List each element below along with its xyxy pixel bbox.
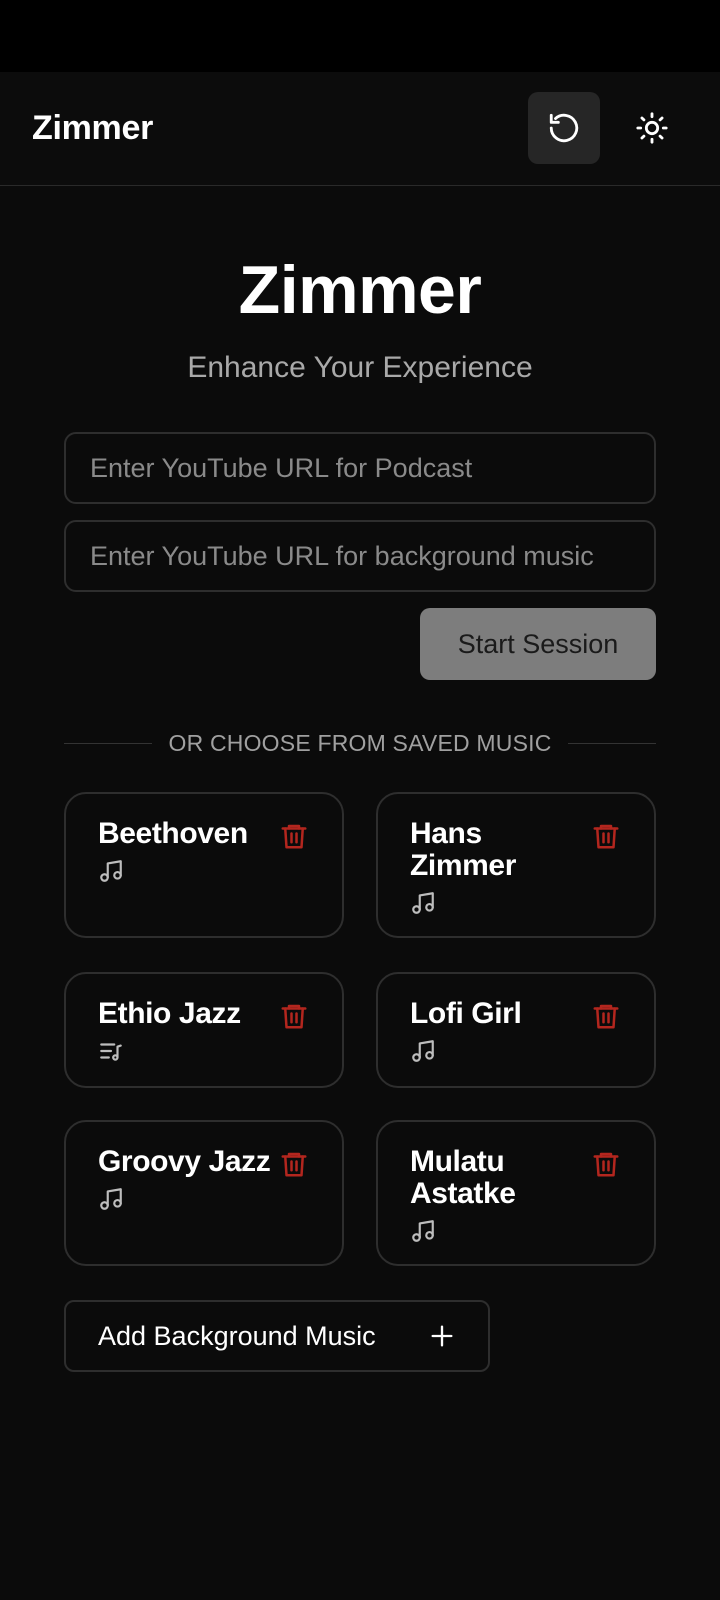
divider-line-left: [64, 742, 153, 744]
hero-subtitle: Enhance Your Experience: [187, 351, 533, 384]
music-card-name: Mulatu Astatke: [410, 1145, 516, 1210]
trash-icon: [281, 1004, 307, 1029]
music-card-beethoven[interactable]: Beethoven: [64, 792, 344, 938]
reset-button[interactable]: [528, 92, 600, 164]
add-background-music-button[interactable]: Add Background Music: [64, 1300, 490, 1372]
music-card-ethio-jazz[interactable]: Ethio Jazz: [64, 972, 344, 1088]
start-session-button[interactable]: Start Session: [420, 608, 656, 680]
music-card-name: Groovy Jazz: [98, 1145, 271, 1178]
delete-button[interactable]: [588, 998, 624, 1034]
music-card-mulatu-astatke[interactable]: Mulatu Astatke: [376, 1120, 656, 1266]
podcast-url-input[interactable]: [64, 432, 656, 504]
theme-toggle-button[interactable]: [616, 92, 688, 164]
music-note-icon: [412, 892, 434, 914]
divider-text: OR CHOOSE FROM SAVED MUSIC: [168, 729, 552, 756]
delete-button[interactable]: [276, 818, 312, 854]
playlist-icon: [100, 1043, 122, 1061]
music-card-name: Hans Zimmer: [410, 817, 516, 882]
plus-icon: [431, 1325, 453, 1347]
sun-icon: [636, 112, 668, 144]
hero-title: Zimmer: [238, 252, 482, 328]
music-card-name: Beethoven: [98, 817, 248, 850]
trash-icon: [593, 824, 619, 849]
music-card-name: Lofi Girl: [410, 997, 522, 1030]
music-note-icon: [412, 1220, 434, 1242]
delete-button[interactable]: [276, 1146, 312, 1182]
music-card-name: Ethio Jazz: [98, 997, 241, 1030]
saved-music-divider: OR CHOOSE FROM SAVED MUSIC: [64, 728, 656, 758]
trash-icon: [281, 1152, 307, 1177]
music-note-icon: [412, 1040, 434, 1062]
trash-icon: [593, 1004, 619, 1029]
add-music-label: Add Background Music: [98, 1320, 376, 1351]
music-url-input[interactable]: [64, 520, 656, 592]
status-bar: [0, 0, 720, 72]
divider-line-right: [567, 742, 656, 744]
music-note-icon: [100, 860, 122, 882]
app-header: Zimmer: [0, 72, 720, 186]
music-card-groovy-jazz[interactable]: Groovy Jazz: [64, 1120, 344, 1266]
app-title: Zimmer: [32, 109, 154, 147]
delete-button[interactable]: [588, 1146, 624, 1182]
trash-icon: [593, 1152, 619, 1177]
delete-button[interactable]: [588, 818, 624, 854]
music-card-lofi-girl[interactable]: Lofi Girl: [376, 972, 656, 1088]
music-note-icon: [100, 1188, 122, 1210]
trash-icon: [281, 824, 307, 849]
delete-button[interactable]: [276, 998, 312, 1034]
rotate-ccw-icon: [549, 113, 579, 143]
music-card-hans-zimmer[interactable]: Hans Zimmer: [376, 792, 656, 938]
